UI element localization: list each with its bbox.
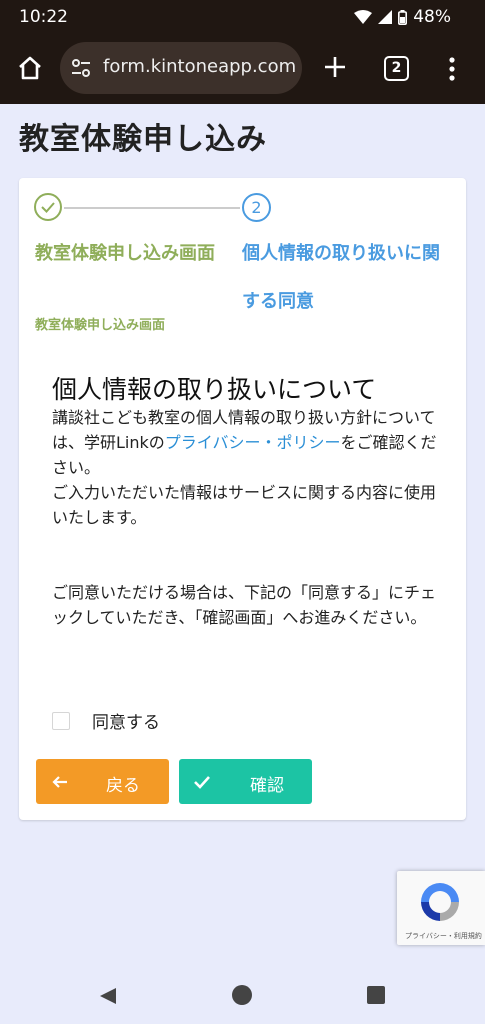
check-icon [41,202,55,213]
consent-checkbox[interactable] [52,711,70,730]
wifi-icon [354,10,373,24]
step1-sublabel: 教室体験申し込み画面 [35,318,166,333]
recaptcha-badge[interactable]: プライバシー・利用規約 [397,871,485,945]
nav-home-icon[interactable] [232,985,252,1005]
home-icon[interactable] [16,54,44,82]
arrow-left-icon [52,776,67,788]
back-button[interactable]: 戻る [36,759,169,804]
more-menu-icon[interactable] [446,54,458,84]
check-icon [194,776,210,789]
step2-indicator: 2 [242,193,271,222]
recaptcha-terms[interactable]: プライバシー・利用規約 [405,931,482,941]
address-bar[interactable]: form.kintoneapp.com [60,42,302,94]
form-card: 2 教室体験申し込み画面 教室体験申し込み画面 個人情報の取り扱いに関する同意 … [19,178,466,820]
tab-switcher-button[interactable]: 2 [384,56,409,81]
status-bar: 10:22 48% [0,0,485,34]
step1-indicator [34,193,62,221]
recaptcha-icon [421,883,459,921]
privacy-policy-link[interactable]: プライバシー・ポリシー [165,433,341,452]
privacy-text: 講談社こども教室の個人情報の取り扱い方針については、学研Linkのプライバシー・… [52,405,437,630]
battery-icon [398,9,408,25]
browser-toolbar: form.kintoneapp.com 2 [0,34,485,104]
privacy-paragraph-2: ご入力いただいた情報はサービスに関する内容に使用いたします。 [52,483,437,527]
status-time: 10:22 [19,7,68,27]
back-button-label: 戻る [106,776,140,796]
url-text: form.kintoneapp.com [103,56,297,77]
page-title: 教室体験申し込み [19,122,267,157]
consent-label[interactable]: 同意する [92,708,160,733]
step-connector [64,207,240,209]
confirm-button-label: 確認 [250,776,284,796]
new-tab-icon[interactable] [322,52,348,82]
step2-label: 個人情報の取り扱いに関する同意 [242,243,440,312]
privacy-paragraph-1: 講談社こども教室の個人情報の取り扱い方針については、学研Linkのプライバシー・… [52,405,437,480]
consent-row[interactable]: 同意する [52,708,160,733]
battery-percent: 48% [413,7,451,27]
privacy-paragraph-3: ご同意いただける場合は、下記の「同意する」にチェックしていただき、「確認画面」へ… [52,583,437,627]
system-nav-bar [0,960,485,1024]
site-settings-icon[interactable] [69,56,93,80]
nav-back-icon[interactable] [98,986,118,1006]
section-heading: 個人情報の取り扱いについて [52,375,377,404]
status-icons: 48% [354,7,451,27]
nav-recents-icon[interactable] [367,986,385,1004]
confirm-button[interactable]: 確認 [179,759,312,804]
step1-label: 教室体験申し込み画面 [35,243,215,264]
signal-icon [378,10,393,24]
